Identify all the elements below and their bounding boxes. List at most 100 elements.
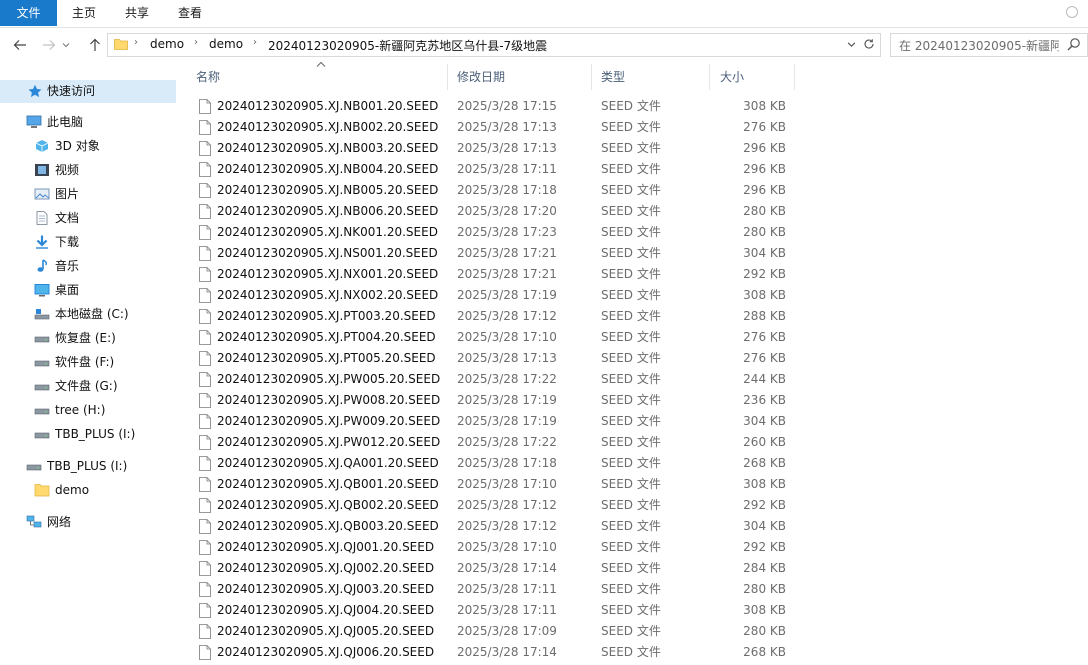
file-row[interactable]: 20240123020905.XJ.NB001.20.SEED 2025/3/28…: [195, 96, 795, 117]
sidebar-item-music[interactable]: 音乐: [0, 255, 176, 277]
sidebar-item-documents[interactable]: 文档: [0, 207, 176, 229]
file-row[interactable]: 20240123020905.XJ.QB002.20.SEED 2025/3/28…: [195, 495, 795, 516]
chevron-right-icon[interactable]: ›: [253, 37, 257, 48]
tab-home[interactable]: 主页: [60, 0, 108, 26]
file-modified-date: 2025/3/28 17:12: [457, 309, 557, 323]
column-divider[interactable]: [447, 64, 448, 90]
file-row[interactable]: 20240123020905.XJ.PW009.20.SEED 2025/3/28…: [195, 411, 795, 432]
file-row[interactable]: 20240123020905.XJ.QJ004.20.SEED 2025/3/28…: [195, 600, 795, 621]
column-header-type[interactable]: 类型: [601, 62, 701, 92]
sidebar-label: demo: [55, 483, 90, 497]
sidebar-item-pictures[interactable]: 图片: [0, 183, 176, 205]
sidebar-item-tbb-plus[interactable]: TBB_PLUS (I:): [0, 455, 176, 477]
breadcrumb-demo[interactable]: demo: [150, 37, 184, 51]
file-row[interactable]: 20240123020905.XJ.NB002.20.SEED 2025/3/28…: [195, 117, 795, 138]
column-divider[interactable]: [794, 64, 795, 90]
navigation-bar: › demo › demo › 20240123020905-新疆阿克苏地区乌什…: [0, 28, 1088, 62]
file-row[interactable]: 20240123020905.XJ.QJ005.20.SEED 2025/3/28…: [195, 621, 795, 642]
file-row[interactable]: 20240123020905.XJ.PT004.20.SEED 2025/3/28…: [195, 327, 795, 348]
column-divider[interactable]: [591, 64, 592, 90]
file-row[interactable]: 20240123020905.XJ.QJ001.20.SEED 2025/3/28…: [195, 537, 795, 558]
column-header-size[interactable]: 大小: [720, 62, 790, 92]
column-divider[interactable]: [709, 64, 710, 90]
back-button[interactable]: [11, 36, 29, 54]
sidebar-item-videos[interactable]: 视频: [0, 159, 176, 181]
tab-file[interactable]: 文件: [0, 0, 57, 26]
file-size: 304 KB: [743, 414, 786, 428]
file-name: 20240123020905.XJ.QJ001.20.SEED: [217, 540, 435, 554]
file-type: SEED 文件: [601, 393, 661, 407]
file-icon: [199, 162, 211, 177]
file-size: 296 KB: [743, 141, 786, 155]
sidebar-item-drive-h[interactable]: tree (H:): [0, 399, 176, 421]
sidebar-item-desktop[interactable]: 桌面: [0, 279, 176, 301]
search-icon[interactable]: [1067, 37, 1081, 51]
sidebar-item-drive-e[interactable]: 恢复盘 (E:): [0, 327, 176, 349]
sidebar-item-3d-objects[interactable]: 3D 对象: [0, 135, 176, 157]
search-placeholder[interactable]: 在 20240123020905-新疆阿...: [899, 37, 1059, 54]
up-button[interactable]: [86, 36, 104, 54]
file-row[interactable]: 20240123020905.XJ.QB003.20.SEED 2025/3/28…: [195, 516, 795, 537]
file-row[interactable]: 20240123020905.XJ.NS001.20.SEED 2025/3/28…: [195, 243, 795, 264]
search-box[interactable]: 在 20240123020905-新疆阿...: [890, 33, 1088, 57]
ribbon-expand-icon[interactable]: [1066, 6, 1078, 18]
file-row[interactable]: 20240123020905.XJ.PT005.20.SEED 2025/3/28…: [195, 348, 795, 369]
drive-icon: [34, 384, 50, 391]
sidebar-item-downloads[interactable]: 下载: [0, 231, 176, 253]
sidebar-item-this-pc[interactable]: 此电脑: [0, 111, 176, 133]
file-row[interactable]: 20240123020905.XJ.QJ006.20.SEED 2025/3/28…: [195, 642, 795, 663]
breadcrumb-demo[interactable]: demo: [209, 37, 243, 51]
file-size: 280 KB: [743, 225, 786, 239]
breadcrumb-current-folder[interactable]: 20240123020905-新疆阿克苏地区乌什县-7级地震: [268, 37, 547, 54]
tab-view[interactable]: 查看: [166, 0, 214, 26]
column-header-name[interactable]: 名称: [196, 62, 446, 92]
desktop-icon: [34, 284, 50, 297]
file-row[interactable]: 20240123020905.XJ.QJ002.20.SEED 2025/3/28…: [195, 558, 795, 579]
sidebar-label: 下载: [55, 235, 80, 249]
file-icon: [199, 372, 211, 387]
refresh-button[interactable]: [861, 36, 877, 52]
file-row[interactable]: 20240123020905.XJ.NB005.20.SEED 2025/3/28…: [195, 180, 795, 201]
file-row[interactable]: 20240123020905.XJ.PT003.20.SEED 2025/3/28…: [195, 306, 795, 327]
file-icon: [199, 309, 211, 324]
file-name: 20240123020905.XJ.PT003.20.SEED: [217, 309, 436, 323]
forward-button[interactable]: [40, 36, 58, 54]
sidebar-item-drive-i[interactable]: TBB_PLUS (I:): [0, 423, 176, 445]
file-row[interactable]: 20240123020905.XJ.PW005.20.SEED 2025/3/28…: [195, 369, 795, 390]
file-type: SEED 文件: [601, 246, 661, 260]
column-header-date[interactable]: 修改日期: [457, 62, 587, 92]
file-row[interactable]: 20240123020905.XJ.QA001.20.SEED 2025/3/28…: [195, 453, 795, 474]
file-row[interactable]: 20240123020905.XJ.QB001.20.SEED 2025/3/28…: [195, 474, 795, 495]
chevron-right-icon[interactable]: ›: [194, 37, 198, 48]
file-row[interactable]: 20240123020905.XJ.PW012.20.SEED 2025/3/28…: [195, 432, 795, 453]
file-row[interactable]: 20240123020905.XJ.NB003.20.SEED 2025/3/28…: [195, 138, 795, 159]
sidebar-item-drive-f[interactable]: 软件盘 (F:): [0, 351, 176, 373]
file-modified-date: 2025/3/28 17:10: [457, 540, 557, 554]
file-row[interactable]: 20240123020905.XJ.NK001.20.SEED 2025/3/28…: [195, 222, 795, 243]
address-bar[interactable]: › demo › demo › 20240123020905-新疆阿克苏地区乌什…: [107, 33, 881, 57]
file-name: 20240123020905.XJ.NS001.20.SEED: [217, 246, 438, 260]
sidebar-item-quick-access[interactable]: 快速访问: [0, 80, 176, 102]
sidebar-label: 网络: [47, 515, 72, 529]
file-row[interactable]: 20240123020905.XJ.QJ003.20.SEED 2025/3/28…: [195, 579, 795, 600]
sidebar-item-demo[interactable]: demo: [0, 479, 176, 501]
recent-locations-button[interactable]: [60, 36, 72, 54]
file-size: 244 KB: [743, 372, 786, 386]
file-size: 236 KB: [743, 393, 786, 407]
sidebar-item-network[interactable]: 网络: [0, 511, 176, 533]
file-row[interactable]: 20240123020905.XJ.PW008.20.SEED 2025/3/28…: [195, 390, 795, 411]
file-row[interactable]: 20240123020905.XJ.NX001.20.SEED 2025/3/28…: [195, 264, 795, 285]
file-row[interactable]: 20240123020905.XJ.NB004.20.SEED 2025/3/28…: [195, 159, 795, 180]
address-dropdown-button[interactable]: [844, 36, 858, 52]
file-row[interactable]: 20240123020905.XJ.NB006.20.SEED 2025/3/28…: [195, 201, 795, 222]
chevron-right-icon[interactable]: ›: [134, 37, 138, 48]
file-modified-date: 2025/3/28 17:12: [457, 519, 557, 533]
tab-share[interactable]: 共享: [112, 0, 162, 26]
sidebar-item-drive-g[interactable]: 文件盘 (G:): [0, 375, 176, 397]
file-row[interactable]: 20240123020905.XJ.NX002.20.SEED 2025/3/28…: [195, 285, 795, 306]
sidebar-label: 文件盘 (G:): [55, 379, 118, 393]
file-icon: [199, 330, 211, 345]
picture-icon: [34, 188, 50, 200]
sidebar-item-drive-c[interactable]: 本地磁盘 (C:): [0, 303, 176, 325]
file-size: 304 KB: [743, 519, 786, 533]
